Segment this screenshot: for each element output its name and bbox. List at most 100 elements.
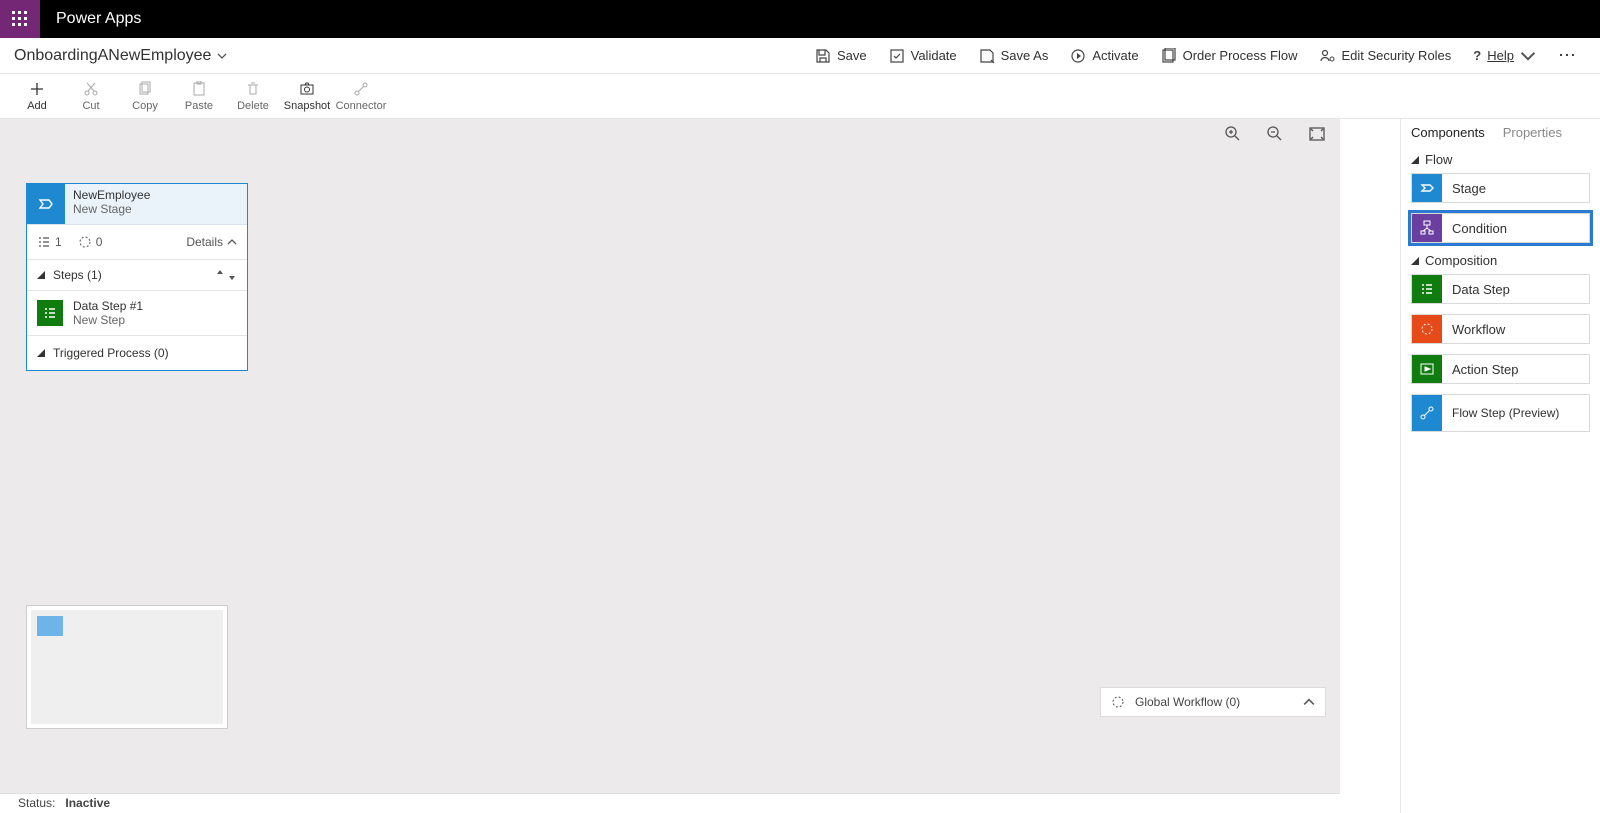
data-step-icon — [37, 300, 63, 326]
more-menu[interactable]: ⋯ — [1558, 45, 1578, 66]
status-bar: Status: Inactive — [0, 793, 1340, 813]
activate-icon — [1070, 48, 1086, 64]
workflow-icon — [78, 235, 92, 249]
command-bar: Save Validate Save As Activate Order Pro… — [815, 45, 1586, 66]
stage-subtitle: New Stage — [73, 202, 150, 216]
validate-icon — [889, 48, 905, 64]
section-flow-label: Flow — [1425, 152, 1452, 167]
minimap[interactable] — [26, 605, 228, 729]
add-button[interactable]: Add — [10, 80, 64, 112]
component-data-step[interactable]: Data Step — [1411, 274, 1590, 304]
copy-button[interactable]: Copy — [118, 80, 172, 112]
section-composition[interactable]: Composition — [1411, 253, 1590, 268]
step-item[interactable]: Data Step #1 New Step — [27, 291, 247, 336]
save-as-button[interactable]: Save As — [979, 48, 1049, 64]
stage-title: NewEmployee — [73, 188, 150, 202]
sub-header: OnboardingANewEmployee Save Validate Sav… — [0, 38, 1600, 74]
cut-button[interactable]: Cut — [64, 80, 118, 112]
cut-icon — [83, 81, 99, 97]
chevron-up-icon — [1303, 696, 1315, 708]
status-value: Inactive — [65, 796, 110, 810]
toolbar: Add Cut Copy Paste Delete Snapshot Conne… — [0, 74, 1600, 119]
stage-card[interactable]: NewEmployee New Stage 1 0 Details — [26, 183, 248, 371]
cut-label: Cut — [64, 100, 118, 112]
component-workflow-label: Workflow — [1442, 322, 1505, 337]
app-header: Power Apps — [0, 0, 1600, 38]
edit-security-button[interactable]: Edit Security Roles — [1319, 48, 1451, 64]
component-workflow[interactable]: Workflow — [1411, 314, 1590, 344]
component-action-step[interactable]: Action Step — [1411, 354, 1590, 384]
connector-icon — [353, 81, 369, 97]
flow-title[interactable]: OnboardingANewEmployee — [14, 47, 227, 65]
steps-label: Steps (1) — [53, 268, 102, 282]
tab-components[interactable]: Components — [1411, 125, 1485, 140]
global-workflow-bar[interactable]: Global Workflow (0) — [1100, 687, 1326, 717]
condition-icon — [1412, 214, 1442, 242]
save-as-icon — [979, 48, 995, 64]
zoom-out-icon[interactable] — [1266, 125, 1284, 143]
data-step-icon — [1412, 275, 1442, 303]
component-condition[interactable]: Condition — [1411, 213, 1590, 243]
chevron-down-icon — [217, 51, 227, 61]
steps-section[interactable]: Steps (1) — [27, 260, 247, 291]
paste-button[interactable]: Paste — [172, 80, 226, 112]
tab-properties[interactable]: Properties — [1503, 125, 1562, 140]
copy-icon — [137, 81, 153, 97]
save-icon — [815, 48, 831, 64]
component-data-step-label: Data Step — [1442, 282, 1510, 297]
caret-icon — [1411, 156, 1419, 164]
step-sub: New Step — [73, 313, 143, 327]
add-label: Add — [10, 100, 64, 112]
component-action-step-label: Action Step — [1442, 362, 1519, 377]
connector-label: Connector — [334, 100, 388, 112]
camera-icon — [299, 81, 315, 97]
order-flow-button[interactable]: Order Process Flow — [1161, 48, 1298, 64]
stage-header[interactable]: NewEmployee New Stage — [27, 184, 247, 225]
reorder-arrows[interactable] — [215, 269, 237, 281]
section-composition-label: Composition — [1425, 253, 1497, 268]
component-flow-step-label: Flow Step (Preview) — [1442, 406, 1559, 420]
component-flow-step[interactable]: Flow Step (Preview) — [1411, 394, 1590, 432]
waffle-icon — [12, 11, 28, 27]
zoom-in-icon[interactable] — [1224, 125, 1242, 143]
list-icon — [37, 235, 51, 249]
activate-button[interactable]: Activate — [1070, 48, 1138, 64]
flow-name: OnboardingANewEmployee — [14, 47, 211, 65]
trigger-count: 0 — [78, 235, 103, 249]
delete-button[interactable]: Delete — [226, 80, 280, 112]
stage-icon — [1412, 174, 1442, 202]
help-button[interactable]: ? Help — [1473, 48, 1536, 64]
activate-label: Activate — [1092, 48, 1138, 63]
order-label: Order Process Flow — [1183, 48, 1298, 63]
connector-button[interactable]: Connector — [334, 80, 388, 112]
delete-icon — [245, 81, 261, 97]
fit-screen-icon[interactable] — [1308, 125, 1326, 143]
canvas[interactable]: NewEmployee New Stage 1 0 Details — [0, 119, 1340, 793]
step-title: Data Step #1 — [73, 299, 143, 313]
caret-icon — [37, 349, 45, 357]
status-label: Status: — [18, 796, 55, 810]
delete-label: Delete — [226, 100, 280, 112]
global-workflow-label: Global Workflow (0) — [1135, 695, 1240, 709]
validate-label: Validate — [911, 48, 957, 63]
validate-button[interactable]: Validate — [889, 48, 957, 64]
right-panel: Components Properties Flow Stage Conditi… — [1400, 119, 1600, 813]
chevron-up-icon — [227, 237, 237, 247]
triggered-label: Triggered Process (0) — [53, 346, 169, 360]
component-condition-label: Condition — [1442, 221, 1507, 236]
component-stage[interactable]: Stage — [1411, 173, 1590, 203]
minimap-stage — [37, 616, 63, 636]
save-button[interactable]: Save — [815, 48, 867, 64]
paste-label: Paste — [172, 100, 226, 112]
snapshot-button[interactable]: Snapshot — [280, 80, 334, 112]
section-flow[interactable]: Flow — [1411, 152, 1590, 167]
copy-label: Copy — [118, 100, 172, 112]
minimap-canvas — [31, 610, 223, 724]
caret-icon — [37, 271, 45, 279]
stage-stats: 1 0 Details — [27, 225, 247, 260]
save-label: Save — [837, 48, 867, 63]
details-toggle[interactable]: Details — [186, 235, 237, 249]
help-icon: ? — [1473, 48, 1481, 63]
waffle-button[interactable] — [0, 0, 40, 38]
triggered-section[interactable]: Triggered Process (0) — [27, 336, 247, 370]
